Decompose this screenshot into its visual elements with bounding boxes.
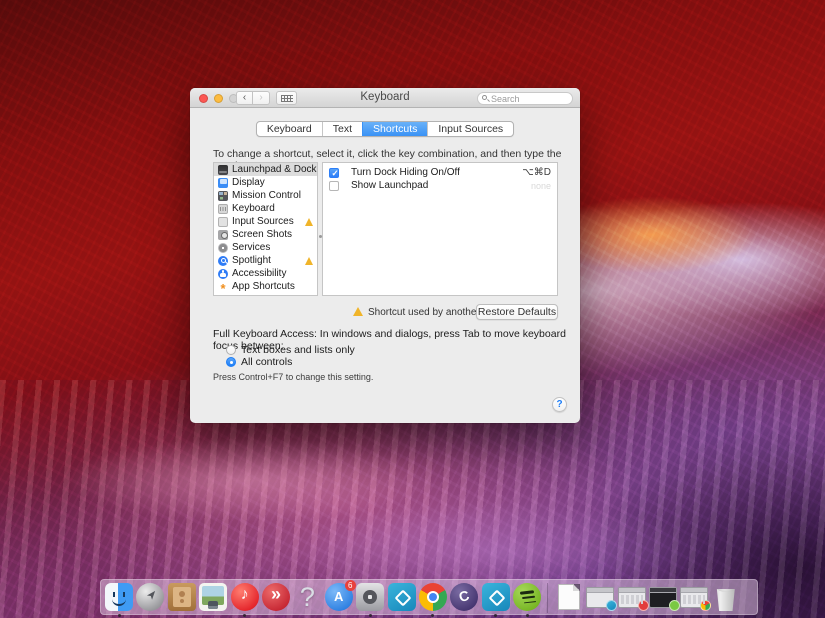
services-gear-icon [218,243,228,253]
dock-missing-app-icon[interactable]: ? [293,583,321,611]
dock-minimized-window-chrome[interactable] [680,587,708,608]
dock-trash-full[interactable] [712,583,740,611]
app-store-badge: 6 [345,580,356,591]
category-label: Launchpad & Dock [232,164,317,175]
dock-itunes[interactable] [231,583,259,611]
dock-teal-app-2[interactable] [482,583,510,611]
dock-spotify[interactable] [513,583,541,611]
shortcut-keys[interactable]: ⌥⌘D [522,167,551,178]
category-label: Services [232,242,270,253]
dock-minimized-window-teal[interactable] [586,587,614,608]
tab-keyboard[interactable]: Keyboard [257,122,322,136]
category-label: Keyboard [232,203,275,214]
keyboard-icon [218,204,228,214]
footnote-text: Press Control+F7 to change this setting. [213,372,373,382]
dock-teal-app-1[interactable] [388,583,416,611]
shortcut-list: Turn Dock Hiding On/Off ⌥⌘D Show Launchp… [322,162,558,296]
shortcut-label: Turn Dock Hiding On/Off [351,167,460,178]
category-app-shortcuts[interactable]: * App Shortcuts [214,280,317,293]
teal-app-badge-icon [606,600,617,611]
category-screen-shots[interactable]: Screen Shots [214,228,317,241]
tab-input-sources[interactable]: Input Sources [427,122,513,136]
dock-minimized-window-itunes[interactable] [618,587,646,608]
restore-defaults-button[interactable]: Restore Defaults [476,304,558,320]
itunes-badge-icon [638,600,649,611]
mission-control-icon [218,191,228,201]
tab-shortcuts[interactable]: Shortcuts [362,122,427,136]
dock-photos[interactable] [199,583,227,611]
category-label: Input Sources [232,216,294,227]
window-titlebar[interactable]: ‹ › Keyboard Search [190,88,580,108]
dock-contacts[interactable] [168,583,196,611]
dock-minimized-window-spotify[interactable] [649,587,677,608]
dock-reeder[interactable] [262,583,290,611]
dock-document[interactable] [558,584,580,610]
running-indicator [526,614,529,617]
radio-all-controls[interactable]: All controls [226,356,292,368]
warning-icon [353,307,363,316]
category-accessibility[interactable]: Accessibility [214,267,317,280]
shortcut-label: Show Launchpad [351,180,428,191]
running-indicator [369,614,372,617]
category-display[interactable]: Display [214,176,317,189]
launchpad-dock-icon [218,165,228,175]
warning-icon [305,257,313,265]
keyboard-preferences-window: ‹ › Keyboard Search Keyboard Text Shortc… [190,88,580,423]
category-label: Spotlight [232,255,271,266]
category-label: Screen Shots [232,229,292,240]
app-shortcuts-icon: * [218,282,228,292]
dock: ? 6 [100,579,758,615]
spotlight-icon [218,256,228,266]
category-mission-control[interactable]: Mission Control [214,189,317,202]
tab-bar: Keyboard Text Shortcuts Input Sources [190,121,580,137]
shortcut-keys-none[interactable]: none [531,181,551,191]
category-input-sources[interactable]: Input Sources [214,215,317,228]
desktop: ‹ › Keyboard Search Keyboard Text Shortc… [0,0,825,618]
search-icon [482,95,487,100]
dock-chrome[interactable] [419,583,447,611]
shortcut-row-dock-hiding[interactable]: Turn Dock Hiding On/Off ⌥⌘D [323,166,557,179]
category-services[interactable]: Services [214,241,317,254]
category-launchpad-dock[interactable]: Launchpad & Dock [214,163,317,176]
radio-label: All controls [241,356,292,368]
category-spotlight[interactable]: Spotlight [214,254,317,267]
category-label: Mission Control [232,190,301,201]
tab-text[interactable]: Text [322,122,362,136]
search-input[interactable]: Search [477,92,573,105]
help-button[interactable]: ? [552,397,567,412]
dock-finder[interactable] [105,583,133,611]
display-icon [218,178,228,188]
spotify-badge-icon [669,600,680,611]
radio-unselected-icon[interactable] [226,345,236,355]
screenshots-icon [218,230,228,240]
warning-icon [305,218,313,226]
shortcut-panes: Launchpad & Dock Display Mission Control… [213,162,558,296]
dock-system-preferences[interactable] [356,583,384,611]
dock-bittorrent[interactable] [450,583,478,611]
dock-launchpad[interactable] [136,583,164,611]
radio-label: Text boxes and lists only [241,344,355,356]
search-placeholder: Search [491,94,520,104]
chrome-badge-icon [700,600,711,611]
radio-text-boxes-only[interactable]: Text boxes and lists only [226,344,355,356]
checkbox-checked[interactable] [329,168,339,178]
shortcut-row-show-launchpad[interactable]: Show Launchpad none [323,179,557,192]
category-label: App Shortcuts [232,281,295,292]
checkbox-unchecked[interactable] [329,181,339,191]
radio-selected-icon[interactable] [226,357,236,367]
input-sources-icon [218,217,228,227]
dock-separator [547,583,548,613]
running-indicator [118,614,121,617]
category-label: Accessibility [232,268,286,279]
category-list: Launchpad & Dock Display Mission Control… [213,162,318,296]
dock-app-store[interactable]: 6 [325,583,353,611]
category-label: Display [232,177,265,188]
category-keyboard[interactable]: Keyboard [214,202,317,215]
warning-note-row: Shortcut used by another action Restore … [213,304,558,320]
accessibility-icon [218,269,228,279]
